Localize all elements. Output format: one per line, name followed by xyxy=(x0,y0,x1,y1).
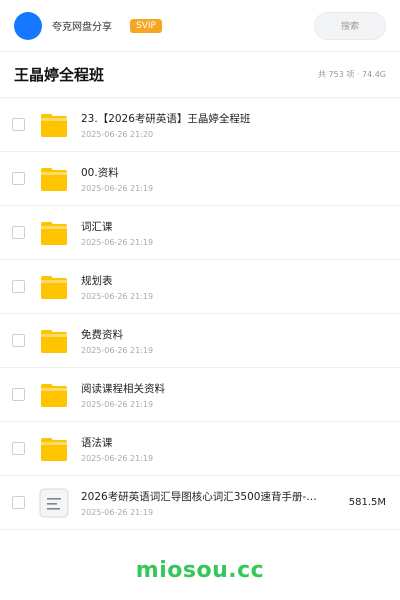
select-checkbox[interactable] xyxy=(12,226,25,239)
file-meta: 00.资料 2025-06-26 21:19 xyxy=(81,165,386,193)
file-date: 2025-06-26 21:20 xyxy=(81,129,154,139)
file-row[interactable]: 阅读课程相关资料 2025-06-26 21:19 xyxy=(0,368,400,422)
avatar[interactable] xyxy=(14,11,42,40)
file-meta: 词汇课 2025-06-26 21:19 xyxy=(81,219,386,247)
file-date: 2025-06-26 21:19 xyxy=(81,237,154,247)
select-checkbox[interactable] xyxy=(12,388,25,401)
file-meta: 语法课 2025-06-26 21:19 xyxy=(81,435,386,463)
folder-icon xyxy=(41,329,67,353)
document-icon xyxy=(39,488,69,517)
file-meta: 规划表 2025-06-26 21:19 xyxy=(81,273,386,301)
select-checkbox[interactable] xyxy=(12,280,25,293)
select-checkbox[interactable] xyxy=(12,118,25,131)
file-row[interactable]: 语法课 2025-06-26 21:19 xyxy=(0,422,400,476)
file-size: 581.5M xyxy=(348,497,386,508)
file-row[interactable]: 00.资料 2025-06-26 21:19 xyxy=(0,152,400,206)
file-name[interactable]: 规划表 xyxy=(81,273,386,288)
file-row[interactable]: 2026考研英语词汇导图核心词汇3500速背手册-… 2025-06-26 21… xyxy=(0,476,400,530)
file-name[interactable]: 23.【2026考研英语】王晶婷全程班 xyxy=(81,111,386,126)
folder-icon xyxy=(41,113,67,137)
file-row[interactable]: 23.【2026考研英语】王晶婷全程班 2025-06-26 21:20 xyxy=(0,98,400,152)
header: 夸克网盘分享 SVIP 搜索 xyxy=(0,0,400,52)
file-row[interactable]: 规划表 2025-06-26 21:19 xyxy=(0,260,400,314)
folder-icon xyxy=(41,167,67,191)
select-checkbox[interactable] xyxy=(12,496,25,509)
select-checkbox[interactable] xyxy=(12,442,25,455)
file-date: 2025-06-26 21:19 xyxy=(81,507,154,517)
folder-icon-wrap xyxy=(39,110,69,140)
file-date: 2025-06-26 21:19 xyxy=(81,291,154,301)
folder-icon-wrap xyxy=(39,326,69,356)
select-checkbox[interactable] xyxy=(12,172,25,185)
folder-icon xyxy=(41,221,67,245)
folder-icon-wrap xyxy=(39,380,69,410)
file-row[interactable]: 词汇课 2025-06-26 21:19 xyxy=(0,206,400,260)
file-row[interactable]: 免费资料 2025-06-26 21:19 xyxy=(0,314,400,368)
folder-icon-wrap xyxy=(39,164,69,194)
document-icon-wrap xyxy=(39,488,69,518)
folder-icon xyxy=(41,437,67,461)
file-date: 2025-06-26 21:19 xyxy=(81,183,154,193)
search-placeholder: 搜索 xyxy=(340,22,359,32)
file-date: 2025-06-26 21:19 xyxy=(81,399,154,409)
watermark: miosou.cc xyxy=(135,557,265,583)
page-title: 王晶婷全程班 xyxy=(14,66,105,84)
select-checkbox[interactable] xyxy=(12,334,25,347)
file-meta: 阅读课程相关资料 2025-06-26 21:19 xyxy=(81,381,386,409)
item-summary: 共 753 项 · 74.4G xyxy=(318,70,386,79)
file-date: 2025-06-26 21:19 xyxy=(81,345,154,355)
folder-icon-wrap xyxy=(39,272,69,302)
file-list: 23.【2026考研英语】王晶婷全程班 2025-06-26 21:20 00.… xyxy=(0,98,400,530)
file-meta: 免费资料 2025-06-26 21:19 xyxy=(81,327,386,355)
file-name[interactable]: 语法课 xyxy=(81,435,386,450)
search-input[interactable]: 搜索 xyxy=(314,11,386,40)
folder-icon-wrap xyxy=(39,434,69,464)
title-bar: 王晶婷全程班 共 753 项 · 74.4G xyxy=(0,52,400,98)
share-name: 夸克网盘分享 xyxy=(52,22,112,33)
file-name[interactable]: 词汇课 xyxy=(81,219,386,234)
file-meta: 2026考研英语词汇导图核心词汇3500速背手册-… 2025-06-26 21… xyxy=(81,489,339,517)
file-meta: 23.【2026考研英语】王晶婷全程班 2025-06-26 21:20 xyxy=(81,111,386,139)
folder-icon xyxy=(41,275,67,299)
file-name[interactable]: 阅读课程相关资料 xyxy=(81,381,386,396)
folder-icon-wrap xyxy=(39,218,69,248)
file-name[interactable]: 2026考研英语词汇导图核心词汇3500速背手册-… xyxy=(81,489,339,504)
file-name[interactable]: 免费资料 xyxy=(81,327,386,342)
vip-badge: SVIP xyxy=(130,18,162,33)
footer: miosou.cc xyxy=(0,540,400,600)
folder-icon xyxy=(41,383,67,407)
file-date: 2025-06-26 21:19 xyxy=(81,453,154,463)
file-name[interactable]: 00.资料 xyxy=(81,165,386,180)
